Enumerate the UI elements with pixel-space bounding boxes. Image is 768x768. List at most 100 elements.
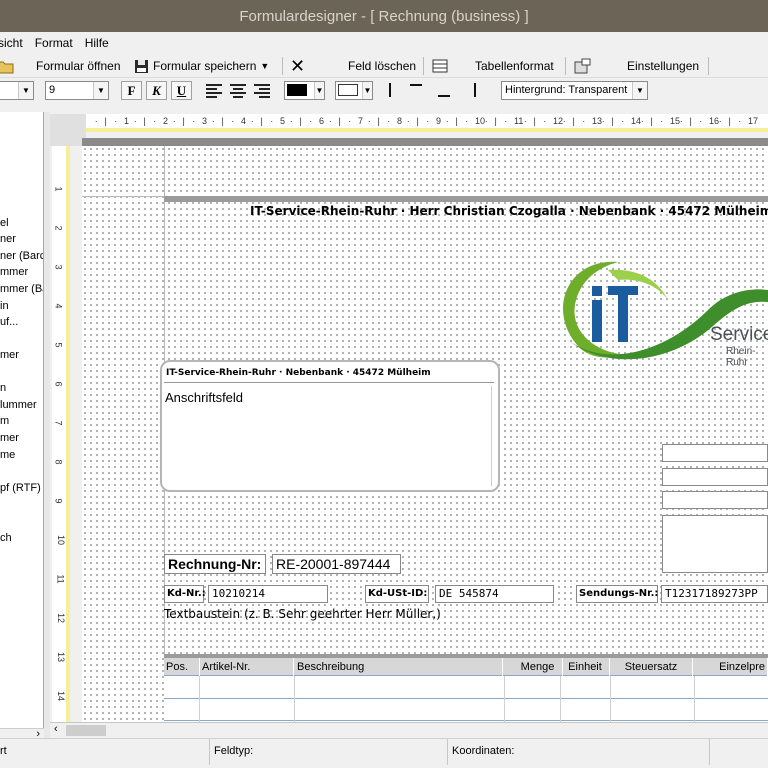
column-header-description[interactable]: Beschreibung [297,658,503,676]
column-header-pos[interactable]: Pos. [166,658,200,676]
list-item[interactable]: mmer (Ba [0,282,43,296]
items-table-header[interactable]: Pos. Artikel-Nr. Beschreibung Menge Einh… [164,658,768,676]
chevron-down-icon: ▼ [632,82,647,99]
ruler-tick: · [445,116,449,126]
invoice-number-label[interactable]: Rechnung-Nr: [164,554,266,574]
table-col-divider [610,676,611,722]
open-form-button[interactable]: Formular öffnen [36,56,121,76]
shipment-number-field[interactable]: T12317189273PP [661,585,768,603]
items-table-body[interactable] [164,676,768,722]
list-item[interactable]: mer [0,431,19,445]
menu-view[interactable]: sicht [0,32,29,54]
ruler-label: 6 [53,381,64,387]
logo-text: Service [710,324,768,345]
list-item[interactable]: ner [0,232,16,246]
list-item[interactable]: mer [0,348,19,362]
info-field[interactable] [662,468,768,486]
status-field-type: Feldtyp: [210,739,448,765]
column-header-unit-price[interactable]: Einzelpre [694,658,768,676]
sender-line-field[interactable]: IT-Service-Rhein-Ruhr · Herr Christian C… [250,204,768,218]
shipment-number-label[interactable]: Sendungs-Nr.: [576,585,658,603]
column-header-article[interactable]: Artikel-Nr. [202,658,294,676]
ruler-label: 4 [53,303,64,309]
column-header-tax-rate[interactable]: Steuersatz [610,658,693,676]
table-row-divider [164,720,768,721]
list-item[interactable]: uf... [0,315,18,329]
align-center-button[interactable] [229,82,247,98]
settings-button[interactable]: Einstellungen [627,56,699,76]
save-form-button[interactable]: Formular speichern ▼ [134,56,269,76]
list-item[interactable]: n [0,381,6,395]
delete-field-button[interactable]: Feld löschen [348,56,416,76]
ruler-tick: | [416,116,419,126]
column-header-unit[interactable]: Einheit [561,658,610,676]
background-select[interactable]: Hintergrund: Transparent ▼ [501,81,648,100]
menu-format[interactable]: Format [29,32,79,54]
panel-splitter[interactable] [44,112,50,742]
ruler-label: 3 [53,264,64,270]
list-item[interactable]: ner (Barc [0,249,43,263]
list-item[interactable]: pf (RTF) [0,481,41,495]
list-item[interactable]: lummer [0,398,37,412]
scrollbar-thumb[interactable] [66,725,106,736]
ruler-tick: · [270,116,274,126]
customer-number-field[interactable]: 10210214 [208,585,328,603]
ruler-label: 2 [163,116,169,126]
border-top-button[interactable] [410,84,422,86]
text-block-field[interactable]: Textbaustein (z. B. Sehr geehrter Herr M… [164,607,441,621]
ruler-label: 11 [514,116,524,126]
table-format-label: Tabellenformat [475,59,554,73]
field-list-panel[interactable]: el ner ner (Barc mmer mmer (Ba in uf... … [0,112,44,728]
align-left-button[interactable] [205,82,223,98]
border-bottom-button[interactable] [438,95,450,97]
underline-button[interactable]: U [171,81,192,100]
column-header-quantity[interactable]: Menge [513,658,563,676]
logo-subtext: Rhein-Ruhr [726,346,756,368]
background-color-picker[interactable]: ▼ [335,81,373,100]
invoice-number-field[interactable]: RE-20001-897444 [272,554,401,574]
open-folder-button[interactable] [0,56,14,76]
list-item[interactable]: m [0,414,9,428]
border-right-button[interactable] [474,83,476,97]
table-format-button[interactable]: Tabellenformat [475,56,554,76]
ruler-label: 10 [56,534,67,546]
list-item[interactable]: ch [0,531,12,545]
ruler-label: 13 [56,651,67,663]
list-item[interactable]: mmer [0,265,28,279]
ruler-tick: · [387,116,391,126]
info-field[interactable] [662,491,768,509]
font-color-picker[interactable]: ▼ [284,81,325,100]
ruler-label: 7 [358,116,364,126]
chevron-left-icon[interactable]: ‹ [54,723,58,735]
canvas-horizontal-scrollbar[interactable]: ‹ [50,722,768,738]
settings-icon-button[interactable] [574,56,591,76]
canvas-top-band [82,138,768,146]
bold-button[interactable]: F [121,81,142,100]
info-field[interactable] [662,515,768,573]
list-item[interactable]: el [0,216,9,230]
align-right-button[interactable] [253,82,271,98]
vat-id-label[interactable]: Kd-USt-ID: [365,585,429,603]
ruler-label: 13 [592,116,603,126]
font-size-select[interactable]: 9 ▼ [45,81,109,100]
customer-number-label[interactable]: Kd-Nr.: [164,585,206,603]
menu-help[interactable]: Hilfe [79,32,115,54]
ruler-tick: | [728,116,731,126]
list-item[interactable]: me [0,448,15,462]
vat-id-field[interactable]: DE 545874 [435,585,554,603]
close-x-button[interactable]: ✕ [290,56,305,76]
company-logo[interactable]: Service Rhein-Ruhr [548,250,768,370]
ruler-tick: | [377,116,380,126]
list-item[interactable]: in [0,299,9,313]
address-sender-line: IT-Service-Rhein-Ruhr · Nebenbank · 4547… [166,368,431,378]
address-field[interactable]: IT-Service-Rhein-Ruhr · Nebenbank · 4547… [160,360,500,492]
info-field[interactable] [662,444,768,462]
table-col-divider [504,676,505,722]
ruler-label: 1 [53,186,64,192]
table-grid-button[interactable] [432,56,448,76]
italic-button[interactable]: K [146,81,167,100]
window-title-bar[interactable]: Formulardesigner - [ Rechnung (business)… [0,0,768,32]
font-family-select[interactable]: ▼ [0,81,34,100]
border-left-button[interactable] [389,83,391,97]
chevron-down-icon[interactable]: ▼ [260,61,269,71]
